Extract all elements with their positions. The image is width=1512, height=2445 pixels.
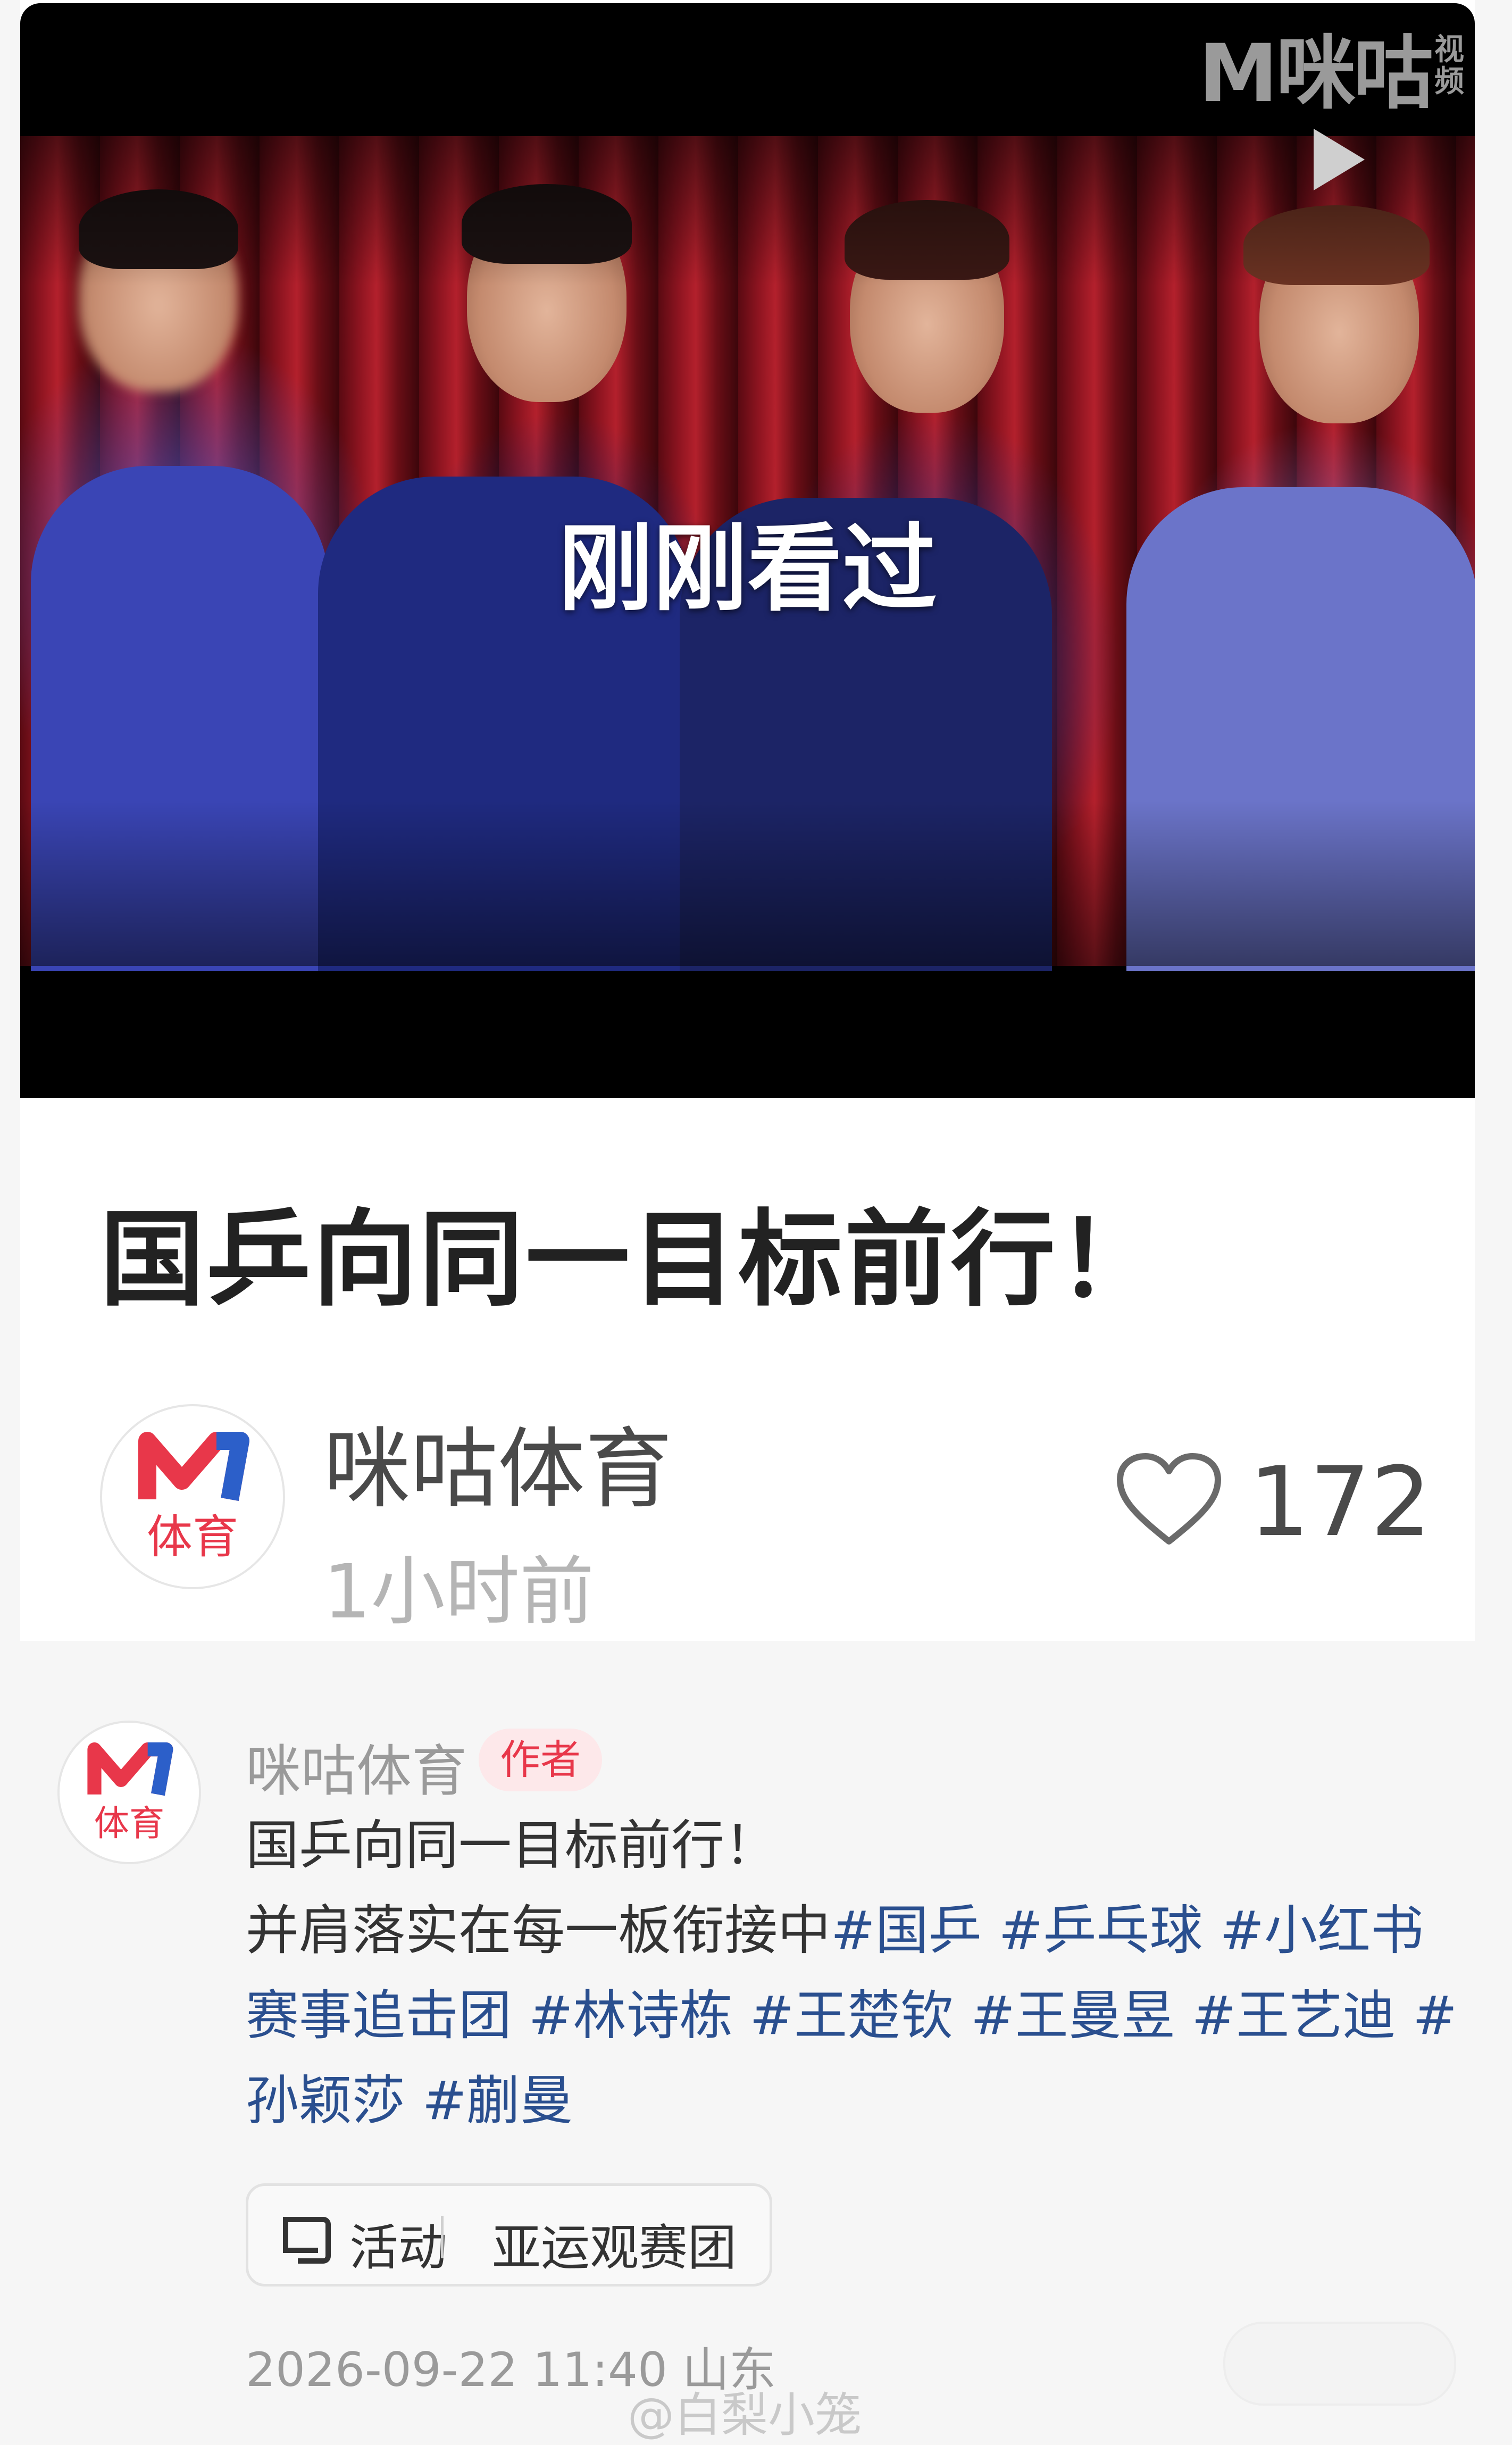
activity-divider <box>441 2216 444 2258</box>
hashtag[interactable]: # <box>1413 1984 1457 2047</box>
comment-line: 孙颖莎 #蒯曼 <box>246 2058 1458 2143</box>
hashtag[interactable]: #王曼昱 <box>971 1984 1175 2047</box>
comment-avatar[interactable]: 体育 <box>57 1721 201 1864</box>
reply-button[interactable] <box>1223 2322 1456 2406</box>
comment-line: 赛事追击团 #林诗栋 #王楚钦 #王曼昱 #王艺迪 # <box>246 1973 1458 2058</box>
post-time: 1小时前 <box>323 1549 595 1635</box>
author-badge: 作者 <box>479 1729 602 1791</box>
comment-author-name[interactable]: 咪咕体育 <box>246 1726 467 1806</box>
author-name[interactable]: 咪咕体育 <box>323 1399 672 1525</box>
migu-sports-logo-icon: 体育 <box>138 1432 249 1564</box>
comment-text: 并肩落实在每一板衔接中 <box>246 1899 831 1962</box>
avatar-logo-text: 体育 <box>94 1803 165 1844</box>
player-figure <box>467 200 626 402</box>
migu-video-watermark: M咪咕 视频 <box>1198 28 1464 120</box>
avatar-logo-text: 体育 <box>147 1511 238 1564</box>
hashtag[interactable]: #乒乓球 <box>999 1899 1203 1962</box>
comment-date: 2026-09-22 11:40 <box>246 2342 667 2397</box>
player-figure <box>79 189 238 269</box>
hashtag[interactable]: #小红书 <box>1219 1899 1424 1962</box>
activity-name: 亚运观赛团 <box>492 2219 737 2276</box>
player-figure <box>1259 221 1419 423</box>
hashtag[interactable]: #国乒 <box>831 1899 982 1962</box>
migu-sports-logo-icon: 体育 <box>87 1742 173 1844</box>
heart-outline-icon[interactable] <box>1116 1452 1222 1550</box>
post-title: 国乒向同一目标前行！ <box>100 1199 1164 1321</box>
recently-watched-label: 刚刚看过 <box>558 514 937 624</box>
activity-icon <box>283 2217 331 2264</box>
play-icon[interactable] <box>1314 129 1365 190</box>
player-figure <box>845 200 1009 280</box>
hashtag[interactable]: #王楚钦 <box>749 1984 954 2047</box>
like-count: 172 <box>1249 1447 1432 1558</box>
hashtag[interactable]: #蒯曼 <box>422 2070 573 2132</box>
avatar[interactable]: 体育 <box>100 1404 285 1589</box>
hashtag[interactable]: 孙颖莎 <box>246 2070 405 2132</box>
player-figure <box>79 200 238 391</box>
post-card: M咪咕 视频 刚刚看过 国乒向同一目标前行！ 体育 咪咕体育 1小时前 172 <box>20 0 1475 1641</box>
activity-label: 活动 <box>349 2219 448 2276</box>
source-watermark: @白梨小笼 <box>628 2388 862 2442</box>
player-figure <box>462 184 632 264</box>
player-figure <box>1243 205 1430 285</box>
video-player[interactable]: M咪咕 视频 刚刚看过 <box>20 3 1475 1098</box>
hashtag[interactable]: 赛事追击团 <box>246 1984 512 2047</box>
hashtag[interactable]: #林诗栋 <box>529 1984 733 2047</box>
comment-line-title: 国乒向同一目标前行！ <box>246 1814 778 1876</box>
activity-chip[interactable]: 活动 亚运观赛团 <box>246 2183 772 2287</box>
player-figure <box>850 216 1004 413</box>
comment-line: 并肩落实在每一板衔接中#国乒 #乒乓球 #小红书 <box>246 1888 1458 1973</box>
hashtag[interactable]: #王艺迪 <box>1192 1984 1396 2047</box>
